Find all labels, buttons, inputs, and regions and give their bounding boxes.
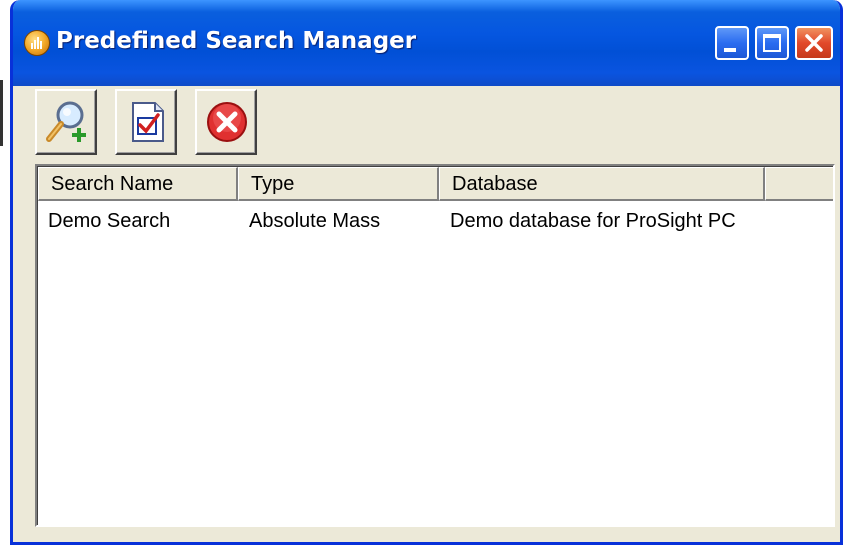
table-row[interactable]: Demo Search Absolute Mass Demo database … [38, 204, 818, 238]
title-bar[interactable]: Predefined Search Manager [13, 0, 840, 86]
app-icon [24, 30, 50, 56]
search-manager-window: Predefined Search Manager Search Name Ty… [10, 0, 843, 545]
list-header: Search Name Type Database [38, 167, 833, 201]
minimize-icon [724, 48, 736, 52]
background-edge [0, 80, 3, 146]
column-header-type[interactable]: Type [238, 167, 439, 201]
document-check-icon [132, 102, 164, 142]
maximize-icon [763, 34, 781, 52]
delete-search-button[interactable] [195, 89, 257, 155]
red-x-circle-icon [207, 102, 247, 142]
cell-search-name: Demo Search [48, 210, 171, 232]
search-list[interactable]: Search Name Type Database Demo Search Ab… [35, 164, 835, 527]
new-search-button[interactable] [35, 89, 97, 155]
cell-type: Absolute Mass [249, 210, 381, 232]
column-header-filler[interactable] [765, 167, 833, 201]
close-button[interactable] [795, 26, 833, 60]
close-icon [805, 34, 823, 52]
column-header-search-name[interactable]: Search Name [38, 167, 238, 201]
edit-search-button[interactable] [115, 89, 177, 155]
cell-database: Demo database for ProSight PC [450, 210, 736, 232]
maximize-button[interactable] [755, 26, 789, 60]
magnifier-plus-icon [46, 101, 86, 142]
column-header-database[interactable]: Database [439, 167, 765, 201]
minimize-button[interactable] [715, 26, 749, 60]
window-title: Predefined Search Manager [56, 28, 417, 54]
